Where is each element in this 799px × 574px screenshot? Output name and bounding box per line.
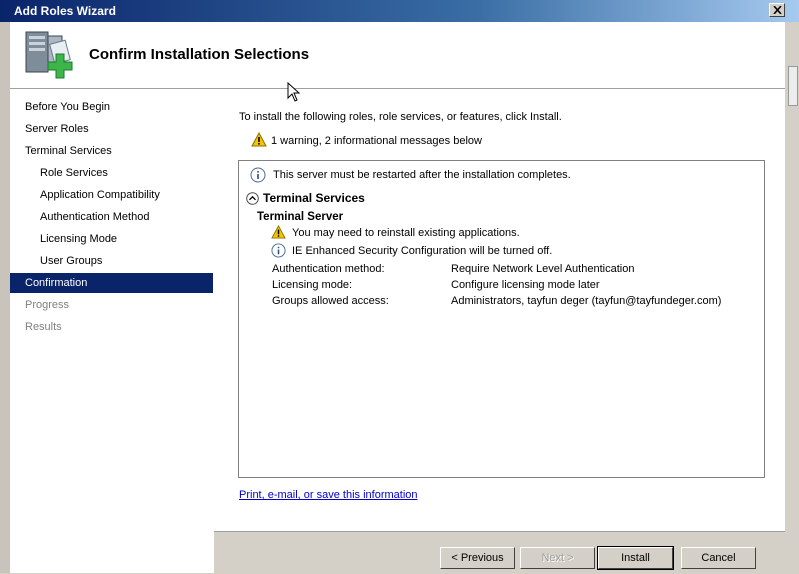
- nav-item-role-services[interactable]: Role Services: [10, 163, 213, 183]
- nav-item-authentication-method[interactable]: Authentication Method: [10, 207, 213, 227]
- detail-label: Groups allowed access:: [272, 295, 389, 307]
- install-button[interactable]: Install: [597, 546, 674, 570]
- nav-item-before-you-begin[interactable]: Before You Begin: [10, 97, 213, 117]
- cancel-button[interactable]: Cancel: [681, 547, 756, 569]
- nav-item-terminal-services[interactable]: Terminal Services: [10, 141, 213, 161]
- summary-text: 1 warning, 2 informational messages belo…: [271, 135, 482, 147]
- nav-item-licensing-mode[interactable]: Licensing Mode: [10, 229, 213, 249]
- nav-item-confirmation[interactable]: Confirmation: [10, 273, 213, 293]
- window-title: Add Roles Wizard: [14, 4, 116, 18]
- nav-item-server-roles[interactable]: Server Roles: [10, 119, 213, 139]
- collapse-icon[interactable]: [246, 192, 259, 205]
- detail-label: Licensing mode:: [272, 279, 353, 291]
- nav-item-progress: Progress: [25, 299, 70, 311]
- page-title: Confirm Installation Selections: [89, 46, 310, 63]
- restart-message: This server must be restarted after the …: [273, 169, 571, 181]
- info-message: IE Enhanced Security Configuration will …: [292, 245, 553, 257]
- detail-value: Require Network Level Authentication: [451, 263, 635, 275]
- previous-button[interactable]: < Previous: [440, 547, 515, 569]
- section-title: Terminal Services: [263, 191, 365, 205]
- close-icon: [773, 6, 782, 14]
- title-bar: Add Roles Wizard: [0, 0, 799, 22]
- detail-label: Authentication method:: [272, 263, 385, 275]
- close-button[interactable]: [769, 3, 785, 17]
- warning-icon: [271, 225, 286, 239]
- selections-panel[interactable]: This server must be restarted after the …: [238, 160, 765, 478]
- wizard-header: Confirm Installation Selections: [10, 22, 785, 89]
- nav-item-user-groups[interactable]: User Groups: [10, 251, 213, 271]
- print-save-link[interactable]: Print, e-mail, or save this information: [239, 489, 418, 501]
- content-area: To install the following roles, role ser…: [214, 89, 785, 531]
- warning-message: You may need to reinstall existing appli…: [292, 227, 520, 239]
- info-icon: [271, 243, 286, 258]
- wizard-footer: < Previous Next > Install Cancel: [214, 531, 785, 574]
- subsection-title: Terminal Server: [257, 211, 344, 223]
- nav-item-results: Results: [25, 321, 62, 333]
- detail-value: Configure licensing mode later: [451, 279, 600, 291]
- mouse-cursor-icon: [287, 82, 301, 102]
- intro-text: To install the following roles, role ser…: [239, 111, 562, 123]
- server-add-icon: [25, 31, 73, 79]
- wizard-nav: Before You Begin Server Roles Terminal S…: [10, 89, 215, 573]
- info-icon: [250, 167, 266, 183]
- left-edge: [0, 22, 10, 573]
- background-scrollbar[interactable]: [788, 66, 798, 106]
- detail-value: Administrators, tayfun deger (tayfun@tay…: [451, 295, 722, 307]
- nav-item-application-compatibility[interactable]: Application Compatibility: [10, 185, 213, 205]
- warning-icon: [251, 132, 267, 147]
- next-button: Next >: [520, 547, 595, 569]
